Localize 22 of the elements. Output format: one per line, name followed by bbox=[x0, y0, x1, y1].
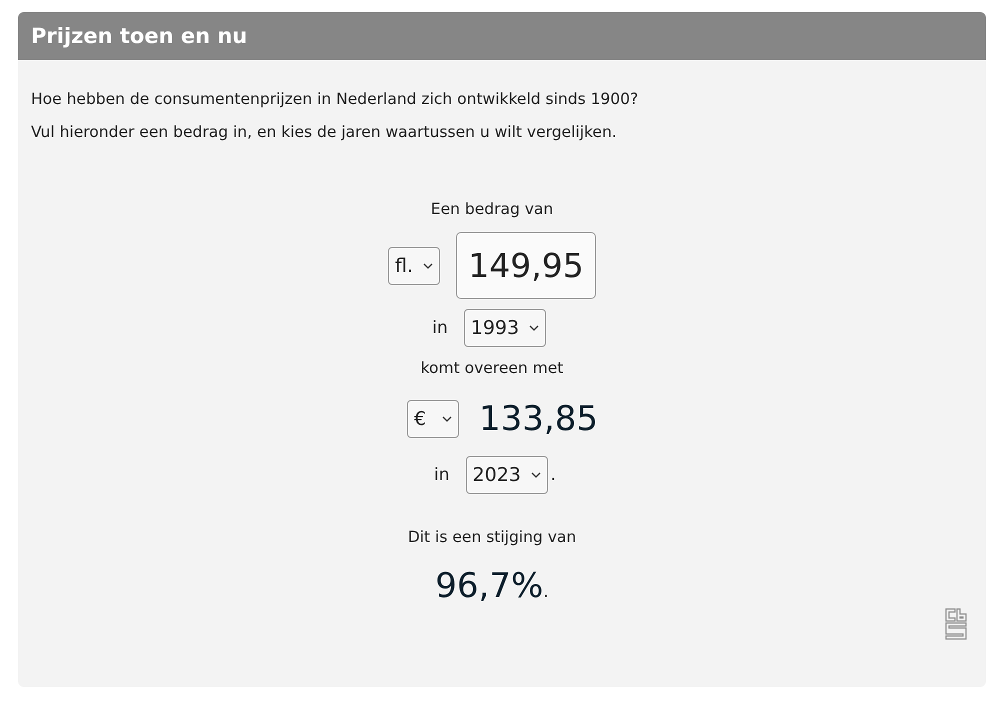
amount-field[interactable]: 149,95 bbox=[456, 232, 596, 299]
currency-select[interactable]: fl. bbox=[388, 246, 440, 284]
result-amount: 133,85 bbox=[479, 399, 599, 439]
caret-icon bbox=[423, 262, 433, 268]
intro-text: Vul hieronder een bedrag in, en kies de jaren waartussen u wilt vergelijken. bbox=[31, 122, 618, 143]
increase-label: Dit is een stijging van bbox=[408, 528, 576, 546]
period-text: . bbox=[543, 582, 549, 602]
caret-icon bbox=[528, 325, 539, 331]
in-label: in bbox=[434, 465, 450, 485]
caret-icon bbox=[530, 472, 541, 478]
intro-text: Hoe hebben de consumentenprijzen in Nederland zich ontwikkeld sinds 1900? bbox=[31, 89, 640, 110]
increase-value: 96,7% bbox=[435, 566, 544, 606]
amount-label: Een bedrag van bbox=[430, 200, 554, 218]
in-label: in bbox=[432, 318, 448, 338]
equals-label: komt overeen met bbox=[420, 359, 564, 377]
year-select[interactable]: 1993 bbox=[464, 309, 546, 347]
period-text: . bbox=[550, 465, 556, 485]
caret-icon bbox=[442, 416, 452, 422]
logo-icon bbox=[945, 608, 967, 640]
year-select[interactable]: 2023 bbox=[466, 456, 548, 494]
panel-title: Prijzen toen en nu bbox=[31, 24, 248, 48]
currency-select[interactable]: € bbox=[407, 400, 459, 438]
